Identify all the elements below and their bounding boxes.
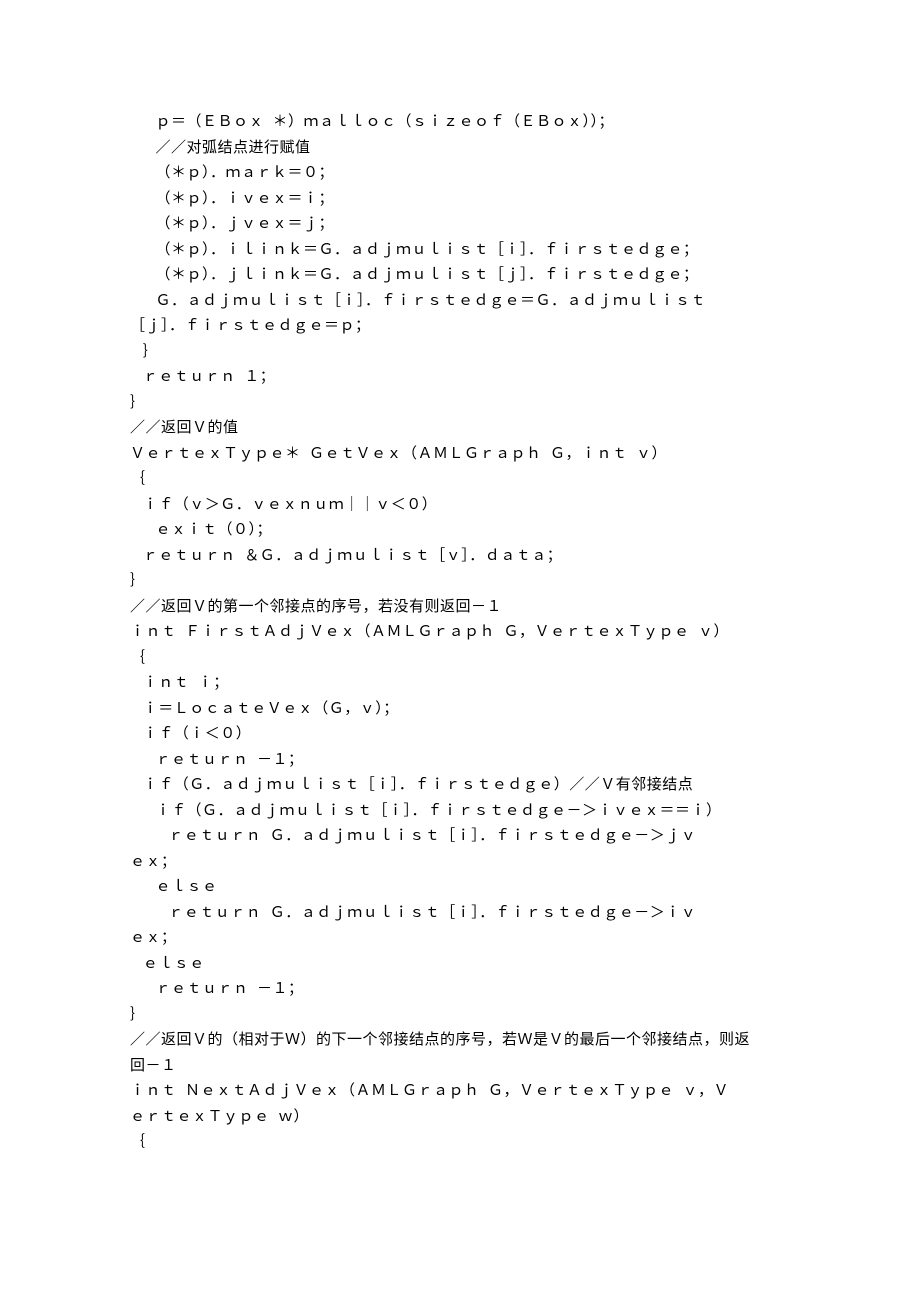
code-line: ｒｅｔｕｒｎ ＆Ｇ．ａｄｊｍｕｌｉｓｔ［ｖ］．ｄａｔａ； — [130, 544, 790, 570]
code-line: ｅｌｓｅ — [130, 875, 790, 901]
code-line: ｅｘｉｔ（０）； — [130, 518, 790, 544]
code-line: （＊ｐ）．ｍａｒｋ＝０； — [130, 161, 790, 187]
code-line: ｐ＝（ＥＢｏｘ ＊）ｍａｌｌｏｃ（ｓｉｚｅｏｆ（ＥＢｏｘ））； — [130, 110, 790, 136]
code-line: ｝ — [130, 1003, 790, 1029]
code-line: ｒｅｔｕｒｎ １； — [130, 365, 790, 391]
code-line: ｝ — [130, 391, 790, 417]
code-line: ｅｌｓｅ — [130, 952, 790, 978]
code-line: ｅｘ； — [130, 850, 790, 876]
code-line: （＊ｐ）．ｊｌｉｎｋ＝Ｇ．ａｄｊｍｕｌｉｓｔ［ｊ］．ｆｉｒｓｔｅｄｇｅ； — [130, 263, 790, 289]
code-line: ｉｆ（ｉ＜０） — [130, 722, 790, 748]
code-line: ｝ — [130, 340, 790, 366]
code-line: ｅｒｔｅｘＴｙｐｅ ｗ） — [130, 1105, 790, 1131]
code-line: ｉｆ（Ｇ．ａｄｊｍｕｌｉｓｔ［ｉ］．ｆｉｒｓｔｅｄｇｅ）／／Ｖ有邻接结点 — [130, 773, 790, 799]
code-line: ／／返回Ｖ的（相对于Ｗ）的下一个邻接结点的序号，若Ｗ是Ｖ的最后一个邻接结点，则返 — [130, 1028, 790, 1054]
code-line: ｉｆ（ｖ＞Ｇ．ｖｅｘｎｕｍ｜｜ｖ＜０） — [130, 493, 790, 519]
page: ｐ＝（ＥＢｏｘ ＊）ｍａｌｌｏｃ（ｓｉｚｅｏｆ（ＥＢｏｘ））； ／／对弧结点进行… — [0, 0, 920, 1302]
code-block: ｐ＝（ＥＢｏｘ ＊）ｍａｌｌｏｃ（ｓｉｚｅｏｆ（ＥＢｏｘ））； ／／对弧结点进行… — [130, 110, 790, 1156]
code-line: ｛ — [130, 646, 790, 672]
code-line: ／／返回Ｖ的值 — [130, 416, 790, 442]
code-line: 回－１ — [130, 1054, 790, 1080]
code-line: ｒｅｔｕｒｎ －１； — [130, 977, 790, 1003]
code-line: Ｇ．ａｄｊｍｕｌｉｓｔ［ｉ］．ｆｉｒｓｔｅｄｇｅ＝Ｇ．ａｄｊｍｕｌｉｓｔ — [130, 289, 790, 315]
code-line: ｛ — [130, 1130, 790, 1156]
code-line: ｉｆ（Ｇ．ａｄｊｍｕｌｉｓｔ［ｉ］．ｆｉｒｓｔｅｄｇｅ－＞ｉｖｅｘ＝＝ｉ） — [130, 799, 790, 825]
code-line: ｝ — [130, 569, 790, 595]
code-line: ／／对弧结点进行赋值 — [130, 136, 790, 162]
code-line: ｅｘ； — [130, 926, 790, 952]
code-line: ｉｎｔ ＦｉｒｓｔＡｄｊＶｅｘ（ＡＭＬＧｒａｐｈ Ｇ，ＶｅｒｔｅｘＴｙｐｅ ｖ） — [130, 620, 790, 646]
code-line: ｒｅｔｕｒｎ －１； — [130, 748, 790, 774]
code-line: ｒｅｔｕｒｎ Ｇ．ａｄｊｍｕｌｉｓｔ［ｉ］．ｆｉｒｓｔｅｄｇｅ－＞ｊｖ — [130, 824, 790, 850]
code-line: ｒｅｔｕｒｎ Ｇ．ａｄｊｍｕｌｉｓｔ［ｉ］．ｆｉｒｓｔｅｄｇｅ－＞ｉｖ — [130, 901, 790, 927]
code-line: （＊ｐ）．ｉｌｉｎｋ＝Ｇ．ａｄｊｍｕｌｉｓｔ［ｉ］．ｆｉｒｓｔｅｄｇｅ； — [130, 238, 790, 264]
code-line: ＶｅｒｔｅｘＴｙｐｅ＊ ＧｅｔＶｅｘ（ＡＭＬＧｒａｐｈ Ｇ，ｉｎｔ ｖ） — [130, 442, 790, 468]
code-line: ｉｎｔ ＮｅｘｔＡｄｊＶｅｘ（ＡＭＬＧｒａｐｈ Ｇ，ＶｅｒｔｅｘＴｙｐｅ ｖ，Ｖ — [130, 1079, 790, 1105]
code-line: ｉｎｔ ｉ； — [130, 671, 790, 697]
code-line: ／／返回Ｖ的第一个邻接点的序号，若没有则返回－１ — [130, 595, 790, 621]
code-line: （＊ｐ）．ｉｖｅｘ＝ｉ； — [130, 187, 790, 213]
code-line: ｉ＝ＬｏｃａｔｅＶｅｘ（Ｇ，ｖ）； — [130, 697, 790, 723]
code-line: （＊ｐ）．ｊｖｅｘ＝ｊ； — [130, 212, 790, 238]
code-line: ｛ — [130, 467, 790, 493]
code-line: ［ｊ］．ｆｉｒｓｔｅｄｇｅ＝ｐ； — [130, 314, 790, 340]
